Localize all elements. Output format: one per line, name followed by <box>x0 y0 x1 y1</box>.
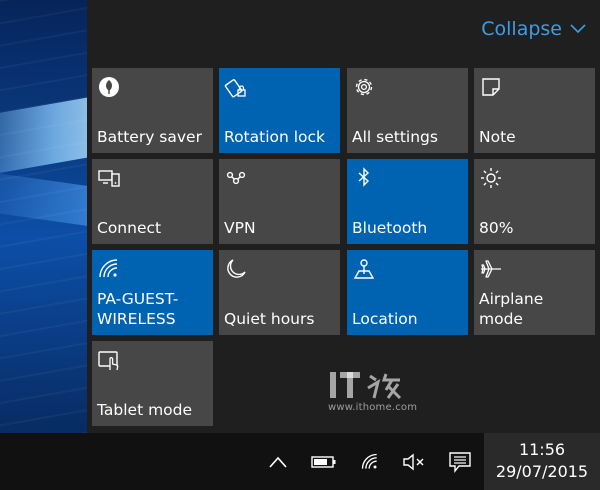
tile-all-settings[interactable]: All settings <box>347 68 468 153</box>
note-icon <box>479 75 503 99</box>
tile-vpn[interactable]: VPN <box>219 159 340 244</box>
tile-label: Airplane mode <box>479 290 544 328</box>
brightness-icon <box>479 166 503 190</box>
tile-label: Rotation lock <box>224 128 326 146</box>
action-center-panel: Collapse Battery saver Rotation lock All… <box>87 0 600 433</box>
show-hidden-icons-button[interactable] <box>262 433 294 490</box>
leaf-icon <box>97 75 121 99</box>
tile-label: VPN <box>224 219 256 237</box>
rotation-lock-icon <box>224 75 248 99</box>
wifi-icon <box>97 257 121 281</box>
tile-rotation-lock[interactable]: Rotation lock <box>219 68 340 153</box>
tile-label: Location <box>352 310 418 328</box>
bluetooth-icon <box>352 166 376 190</box>
location-icon <box>352 257 376 281</box>
desktop-wallpaper <box>0 0 87 433</box>
airplane-icon <box>479 257 503 281</box>
volume-button[interactable] <box>396 433 432 490</box>
tile-quiet-hours[interactable]: Quiet hours <box>219 250 340 335</box>
wifi-icon <box>361 453 377 469</box>
action-center-button[interactable] <box>440 433 480 490</box>
tile-bluetooth[interactable]: Bluetooth <box>347 159 468 244</box>
taskbar: 11:56 29/07/2015 <box>0 433 600 490</box>
tile-label: Bluetooth <box>352 219 428 237</box>
network-button[interactable] <box>352 433 388 490</box>
tile-wifi-network[interactable]: PA-GUEST- WIRELESS <box>92 250 213 335</box>
gear-icon <box>352 75 376 99</box>
tile-label: Battery saver <box>97 128 202 146</box>
vpn-icon <box>224 166 248 190</box>
tile-label: Note <box>479 128 516 146</box>
watermark-url: www.ithome.com <box>328 402 418 413</box>
notification-icon <box>449 451 471 473</box>
moon-icon <box>224 257 248 281</box>
battery-button[interactable] <box>304 433 344 490</box>
tile-label: All settings <box>352 128 438 146</box>
tile-brightness[interactable]: 80% <box>474 159 595 244</box>
connect-icon <box>97 166 121 190</box>
tile-battery-saver[interactable]: Battery saver <box>92 68 213 153</box>
tile-tablet-mode[interactable]: Tablet mode <box>92 341 213 426</box>
battery-icon <box>311 455 336 468</box>
tile-label: Connect <box>97 219 162 237</box>
tile-label: PA-GUEST- WIRELESS <box>97 290 179 328</box>
tile-label: 80% <box>479 219 514 237</box>
tile-connect[interactable]: Connect <box>92 159 213 244</box>
volume-muted-icon <box>403 453 424 470</box>
tile-location[interactable]: Location <box>347 250 468 335</box>
tile-label: Tablet mode <box>97 401 193 419</box>
chevron-up-icon <box>269 456 287 468</box>
wallpaper-texture <box>0 0 87 433</box>
clock-date: 29/07/2015 <box>495 462 589 481</box>
tile-airplane-mode[interactable]: Airplane mode <box>474 250 595 335</box>
clock-time: 11:56 <box>518 440 566 459</box>
collapse-label: Collapse <box>481 18 562 40</box>
chevron-down-icon <box>570 24 586 34</box>
tablet-mode-icon <box>97 348 121 372</box>
tile-label: Quiet hours <box>224 310 315 328</box>
tile-note[interactable]: Note <box>474 68 595 153</box>
collapse-button[interactable]: Collapse <box>481 18 586 40</box>
clock[interactable]: 11:56 29/07/2015 <box>484 433 600 490</box>
